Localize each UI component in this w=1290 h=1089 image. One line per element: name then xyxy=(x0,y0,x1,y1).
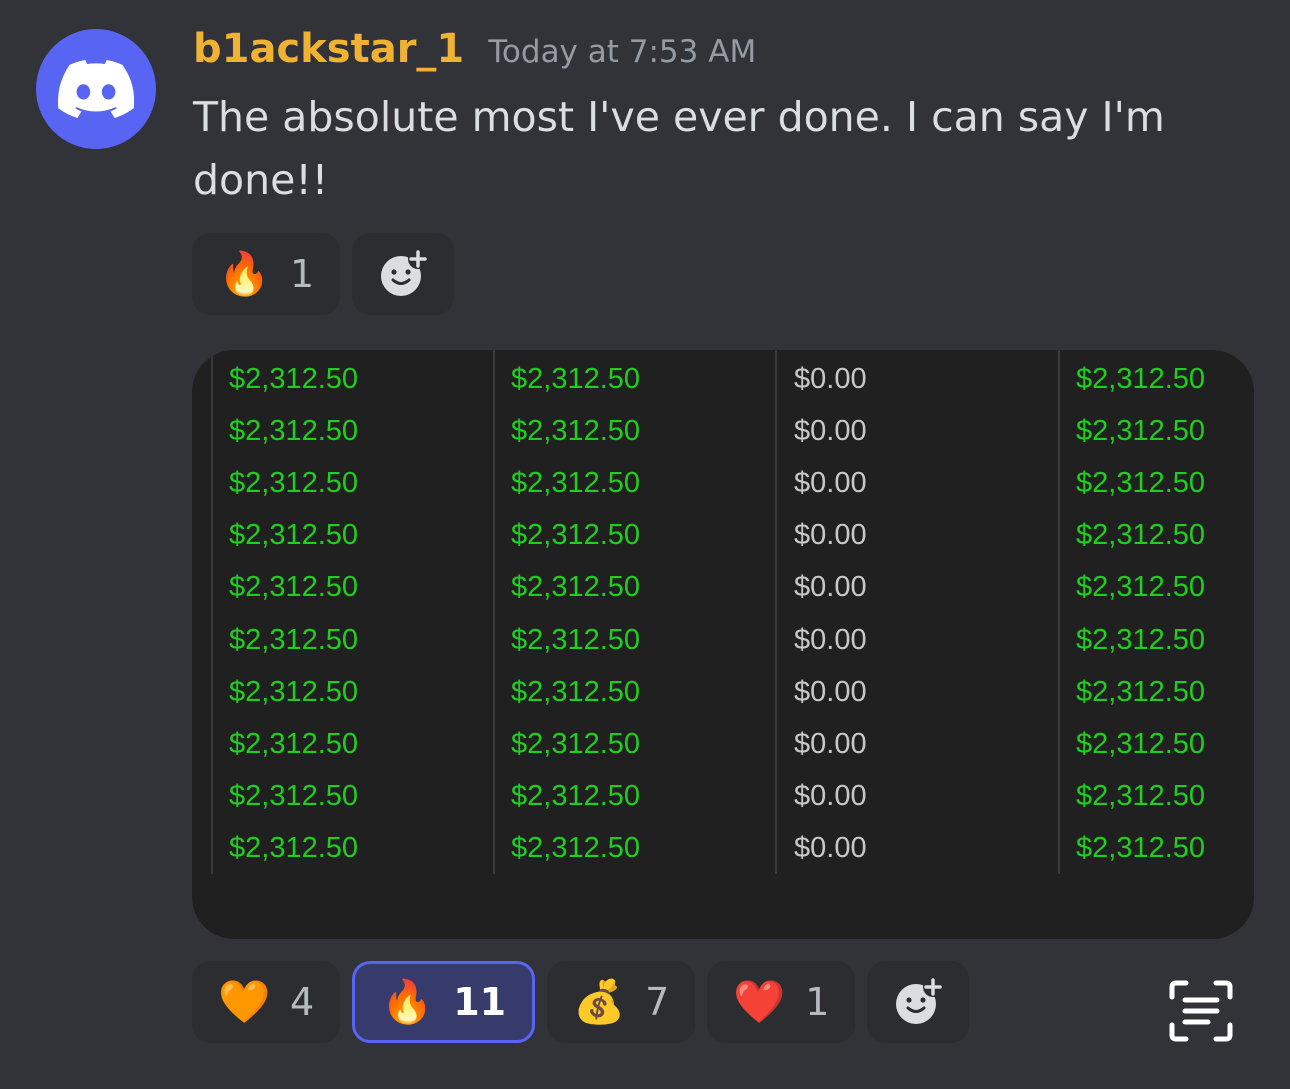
table-cell: $2,312.50 xyxy=(229,467,359,499)
table-cell: $2,312.50 xyxy=(511,415,641,447)
table-cell: $0.00 xyxy=(794,415,867,447)
table-cell: $2,312.50 xyxy=(1076,780,1206,812)
table-cell: $2,312.50 xyxy=(1076,363,1206,395)
reaction-count: 1 xyxy=(805,980,830,1024)
table-cell: $0.00 xyxy=(794,467,867,499)
table-cell: $2,312.50 xyxy=(511,519,641,551)
table-cell: $0.00 xyxy=(794,363,867,395)
reaction-count: 4 xyxy=(290,980,315,1024)
table-cell: $2,312.50 xyxy=(229,519,359,551)
text-scan-button[interactable] xyxy=(1168,979,1234,1043)
image-reactions: 🧡 4 🔥 11 💰 7 ❤️ 1 xyxy=(192,961,970,1043)
fire-emoji-icon: 🔥 xyxy=(381,977,434,1026)
money-bag-emoji-icon: 💰 xyxy=(573,977,626,1026)
red-heart-emoji-icon: ❤️ xyxy=(733,977,786,1026)
reaction-fire[interactable]: 🔥 1 xyxy=(192,233,341,315)
discord-logo-icon xyxy=(58,60,134,118)
chat-message: b1ackstar_1 Today at 7:53 AM The absolut… xyxy=(0,0,1290,1089)
table-cell: $2,312.50 xyxy=(1076,415,1206,447)
table-cell: $0.00 xyxy=(794,728,867,760)
orange-heart-emoji-icon: 🧡 xyxy=(218,977,271,1026)
table-cell: $2,312.50 xyxy=(229,832,359,864)
table-cell: $2,312.50 xyxy=(1076,571,1206,603)
table-cell: $2,312.50 xyxy=(511,363,641,395)
table-column-2 xyxy=(493,350,495,874)
table-cell: $0.00 xyxy=(794,780,867,812)
message-header: b1ackstar_1 Today at 7:53 AM xyxy=(193,26,756,72)
table-column-1 xyxy=(211,350,213,874)
table-cell: $2,312.50 xyxy=(511,624,641,656)
table-cell: $0.00 xyxy=(794,571,867,603)
table-cell: $2,312.50 xyxy=(229,780,359,812)
message-text: The absolute most I've ever done. I can … xyxy=(193,93,1165,204)
table-cell: $2,312.50 xyxy=(511,832,641,864)
add-reaction-button[interactable] xyxy=(352,233,455,315)
table-cell: $2,312.50 xyxy=(1076,728,1206,760)
table-cell: $2,312.50 xyxy=(229,676,359,708)
table-cell: $2,312.50 xyxy=(1076,832,1206,864)
table-cell: $2,312.50 xyxy=(229,415,359,447)
table-cell: $2,312.50 xyxy=(511,676,641,708)
table-cell: $2,312.50 xyxy=(1076,519,1206,551)
reaction-count: 7 xyxy=(645,980,670,1024)
table-cell: $0.00 xyxy=(794,624,867,656)
table-cell: $2,312.50 xyxy=(229,363,359,395)
timestamp: Today at 7:53 AM xyxy=(488,34,757,70)
table-cell: $2,312.50 xyxy=(229,624,359,656)
fire-emoji-icon: 🔥 xyxy=(218,249,271,298)
reaction-orange-heart[interactable]: 🧡 4 xyxy=(192,961,341,1043)
table-cell: $0.00 xyxy=(794,519,867,551)
table-cell: $2,312.50 xyxy=(1076,624,1206,656)
add-reaction-button[interactable] xyxy=(867,961,970,1043)
avatar[interactable] xyxy=(36,29,156,149)
reaction-count: 1 xyxy=(290,252,315,296)
table-cell: $0.00 xyxy=(794,676,867,708)
text-reactions: 🔥 1 xyxy=(192,233,455,315)
text-scan-icon xyxy=(1169,980,1233,1042)
table-cell: $2,312.50 xyxy=(229,728,359,760)
table-cell: $2,312.50 xyxy=(511,780,641,812)
table-cell: $2,312.50 xyxy=(511,728,641,760)
reaction-count: 11 xyxy=(453,980,507,1024)
reaction-money-bag[interactable]: 💰 7 xyxy=(547,961,696,1043)
table-cell: $2,312.50 xyxy=(511,571,641,603)
table-cell: $2,312.50 xyxy=(1076,676,1206,708)
add-reaction-icon xyxy=(381,249,429,296)
reaction-red-heart[interactable]: ❤️ 1 xyxy=(707,961,856,1043)
add-reaction-icon xyxy=(896,977,944,1024)
table-column-3 xyxy=(775,350,777,874)
table-cell: $0.00 xyxy=(794,832,867,864)
image-attachment[interactable]: $2,312.50 $2,312.50 $2,312.50 $2,312.50 $2,3… xyxy=(192,350,1254,939)
table-cell: $2,312.50 xyxy=(1076,467,1206,499)
username[interactable]: b1ackstar_1 xyxy=(193,26,464,72)
reaction-fire[interactable]: 🔥 11 xyxy=(352,961,536,1043)
table-cell: $2,312.50 xyxy=(229,571,359,603)
table-cell: $2,312.50 xyxy=(511,467,641,499)
table-column-4 xyxy=(1058,350,1060,874)
